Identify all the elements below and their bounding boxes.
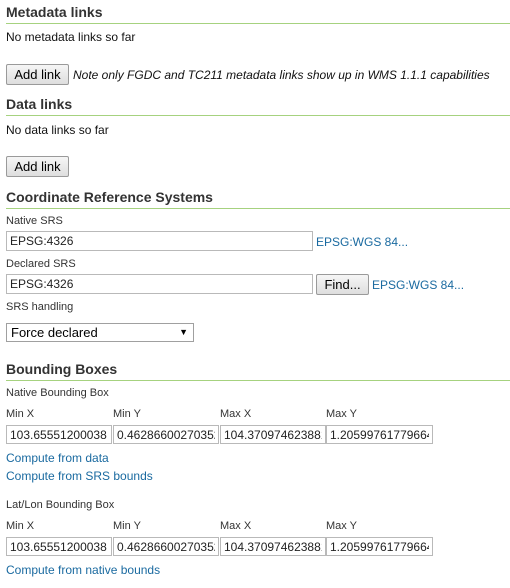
native-miny-label: Min Y bbox=[113, 408, 141, 420]
compute-from-native-bounds-link[interactable]: Compute from native bounds bbox=[6, 563, 160, 577]
crs-heading: Coordinate Reference Systems bbox=[6, 190, 510, 209]
native-maxy-input[interactable] bbox=[326, 425, 433, 444]
native-minx-input[interactable] bbox=[6, 425, 112, 444]
native-maxy-label: Max Y bbox=[326, 408, 357, 420]
metadata-links-note: Note only FGDC and TC211 metadata links … bbox=[73, 68, 490, 82]
native-minx-label: Min X bbox=[6, 408, 35, 420]
latlon-maxx-label: Max X bbox=[220, 520, 252, 532]
native-miny-input[interactable] bbox=[113, 425, 219, 444]
add-data-link-button[interactable]: Add link bbox=[6, 156, 69, 177]
compute-from-srs-bounds-link[interactable]: Compute from SRS bounds bbox=[6, 469, 153, 483]
latlon-minx-input[interactable] bbox=[6, 537, 112, 556]
native-maxx-input[interactable] bbox=[220, 425, 326, 444]
add-metadata-link-button[interactable]: Add link bbox=[6, 64, 69, 85]
declared-srs-label: Declared SRS bbox=[6, 258, 76, 270]
native-srs-input[interactable] bbox=[6, 231, 313, 251]
latlon-maxy-label: Max Y bbox=[326, 520, 357, 532]
native-srs-link[interactable]: EPSG:WGS 84... bbox=[316, 235, 408, 249]
latlon-maxx-input[interactable] bbox=[220, 537, 326, 556]
compute-from-data-link[interactable]: Compute from data bbox=[6, 451, 109, 465]
metadata-links-empty-text: No metadata links so far bbox=[6, 30, 136, 44]
declared-srs-link[interactable]: EPSG:WGS 84... bbox=[372, 278, 464, 292]
latlon-minx-label: Min X bbox=[6, 520, 35, 532]
metadata-links-heading: Metadata links bbox=[6, 5, 510, 24]
latlon-bbox-label: Lat/Lon Bounding Box bbox=[6, 499, 115, 511]
latlon-miny-label: Min Y bbox=[113, 520, 141, 532]
srs-handling-value: Force declared bbox=[11, 325, 98, 340]
latlon-maxy-input[interactable] bbox=[326, 537, 433, 556]
native-maxx-label: Max X bbox=[220, 408, 252, 420]
bounding-boxes-heading: Bounding Boxes bbox=[6, 362, 510, 381]
native-bbox-label: Native Bounding Box bbox=[6, 387, 109, 399]
data-links-empty-text: No data links so far bbox=[6, 123, 109, 137]
srs-handling-select[interactable]: Force declared ▼ bbox=[6, 323, 194, 342]
declared-srs-input[interactable] bbox=[6, 274, 313, 294]
data-links-heading: Data links bbox=[6, 97, 510, 116]
latlon-miny-input[interactable] bbox=[113, 537, 219, 556]
native-srs-label: Native SRS bbox=[6, 215, 63, 227]
srs-handling-label: SRS handling bbox=[6, 301, 74, 313]
layer-data-page: Metadata links No metadata links so far … bbox=[0, 0, 510, 588]
chevron-down-icon: ▼ bbox=[179, 327, 188, 337]
find-srs-button[interactable]: Find... bbox=[316, 274, 369, 295]
